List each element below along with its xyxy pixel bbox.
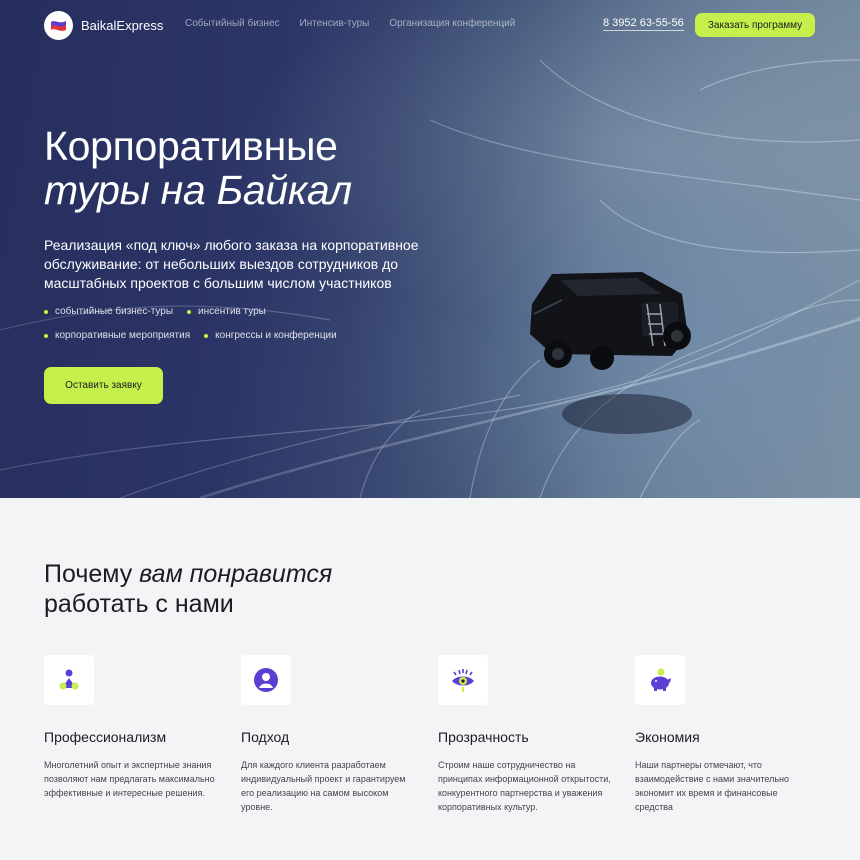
bullet-dot-icon bbox=[44, 334, 48, 338]
bullet-item: инсентив туры bbox=[187, 306, 266, 318]
features-list: Профессионализм Многолетний опыт и экспе… bbox=[44, 655, 834, 835]
nav-link-conferences[interactable]: Организация конференций bbox=[389, 18, 515, 29]
bullet-text: корпоративные мероприятия bbox=[55, 330, 191, 341]
bullet-item: конгрессы и конференции bbox=[204, 330, 337, 342]
feature-card-professionalism: Профессионализм Многолетний опыт и экспе… bbox=[44, 655, 224, 800]
hero-title-line2: туры на Байкал bbox=[44, 167, 352, 213]
top-navigation: BaikalExpress Событийный бизнес Интенсив… bbox=[0, 0, 860, 50]
nav-link-intensive-tours[interactable]: Интенсив-туры bbox=[300, 18, 370, 29]
nav-link-event-business[interactable]: Событийный бизнес bbox=[185, 18, 280, 29]
why-title-italic: вам понравится bbox=[139, 560, 333, 588]
bullet-text: событийные бизнес-туры bbox=[55, 306, 174, 317]
nav-links: Событийный бизнес Интенсив-туры Организа… bbox=[185, 18, 515, 29]
order-program-button[interactable]: Заказать программу bbox=[695, 13, 815, 37]
feature-text: Многолетний опыт и экспертные знания поз… bbox=[44, 760, 215, 798]
feature-title: Прозрачность bbox=[438, 729, 529, 745]
bullet-dot-icon bbox=[44, 310, 48, 314]
feature-card-savings: Экономия Наши партнеры отмечают, что вза… bbox=[635, 655, 815, 814]
feature-title: Подход bbox=[241, 729, 290, 745]
hero-lead: Реализация «под ключ» любого заказа на к… bbox=[44, 237, 419, 291]
feature-title: Профессионализм bbox=[44, 729, 167, 745]
why-title-line2: работать с нами bbox=[44, 590, 234, 618]
bullet-dot-icon bbox=[204, 334, 209, 338]
feature-text: Наши партнеры отмечают, что взаимодейств… bbox=[635, 760, 790, 812]
piggy-bank-icon bbox=[635, 655, 685, 705]
feature-text: Для каждого клиента разработаем индивиду… bbox=[241, 760, 406, 812]
suv-car-image bbox=[530, 272, 692, 434]
person-circle-icon bbox=[241, 655, 291, 705]
hero-title: Корпоративные туры на Байкал bbox=[44, 124, 352, 212]
hero-bullets: событийные бизнес-туры инсентив туры кор… bbox=[44, 306, 424, 342]
logo-text: BaikalExpress bbox=[81, 18, 164, 33]
why-title-pre: Почему bbox=[44, 560, 140, 588]
bullet-text: конгрессы и конференции bbox=[215, 330, 337, 341]
phone-link[interactable]: 8 3952 63-55-56 bbox=[603, 17, 684, 31]
submit-request-button[interactable]: Оставить заявку bbox=[44, 367, 163, 404]
feature-title: Экономия bbox=[635, 729, 700, 745]
feature-card-transparency: Прозрачность Строим наше сотрудничество … bbox=[438, 655, 618, 814]
feature-card-approach: Подход Для каждого клиента разработаем и… bbox=[241, 655, 421, 814]
feature-text: Строим наше сотрудничество на принципах … bbox=[438, 760, 611, 812]
eye-icon bbox=[438, 655, 488, 705]
bullet-text: инсентив туры bbox=[198, 306, 266, 317]
logo[interactable]: BaikalExpress bbox=[44, 11, 163, 40]
hero-section: BaikalExpress Событийный бизнес Интенсив… bbox=[0, 0, 860, 498]
bullet-item: корпоративные мероприятия bbox=[44, 330, 190, 342]
bullet-dot-icon bbox=[187, 310, 192, 314]
logo-flag-icon bbox=[44, 11, 73, 40]
hero-title-line1: Корпоративные bbox=[44, 123, 338, 169]
professionals-icon bbox=[44, 655, 94, 705]
why-section-title: Почему вам понравится работать с нами bbox=[44, 559, 332, 619]
bullet-item: событийные бизнес-туры bbox=[44, 306, 173, 318]
